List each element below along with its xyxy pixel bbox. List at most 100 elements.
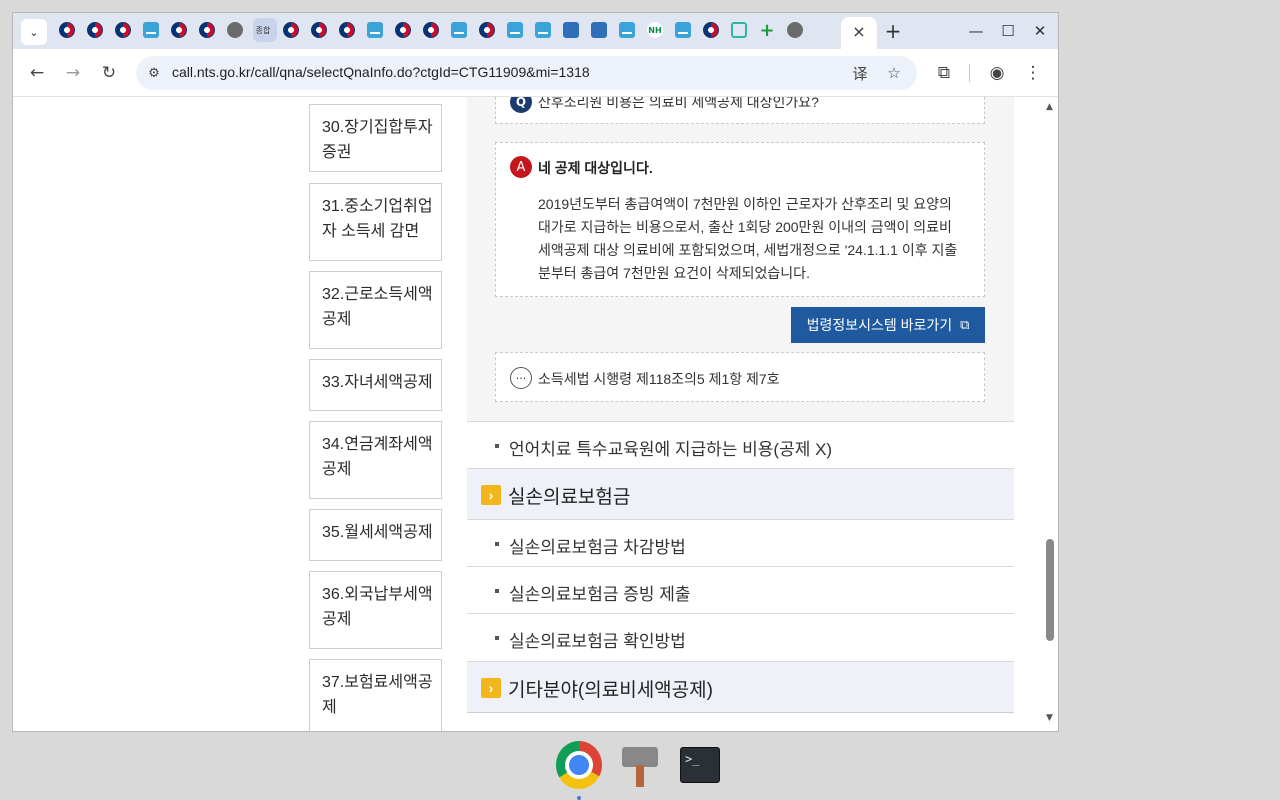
tab-favicon-hts-icon[interactable]: [675, 22, 691, 38]
running-indicator: [577, 796, 581, 800]
toolbar-divider: [969, 64, 970, 82]
maximize-icon[interactable]: ☐: [995, 19, 1021, 43]
page-viewport: 30.장기집합투자증권 31.중소기업취업자 소득세 감면 32.근로소득세액공…: [13, 97, 1058, 731]
window-close-icon[interactable]: ✕: [1027, 19, 1053, 43]
tab-favicon-kr-icon[interactable]: [703, 22, 719, 38]
tab-favicon-hts-icon[interactable]: [619, 22, 635, 38]
tab-favicon-home-icon[interactable]: [731, 22, 747, 38]
sidebar-item-31[interactable]: 31.중소기업취업자 소득세 감면: [309, 183, 442, 261]
tab-search-button[interactable]: ⌄: [21, 19, 47, 45]
tab-favicon-kr-icon[interactable]: [423, 22, 439, 38]
taskbar: >_: [0, 732, 1280, 800]
answer-title: 네 공제 대상입니다.: [538, 160, 653, 176]
question-text: 산후조리원 비용은 의료비 세액공제 대상인가요?: [538, 97, 819, 110]
back-icon[interactable]: ←: [24, 60, 50, 86]
chevron-right-icon: ›: [481, 678, 501, 698]
question-icon: Q: [510, 97, 532, 113]
list-item-label: 실손의료보험금 차감방법: [509, 538, 686, 557]
chrome-app-icon[interactable]: [556, 741, 602, 789]
law-info-system-button[interactable]: 법령정보시스템 바로가기 ⧉: [791, 307, 985, 343]
menu-icon[interactable]: ⋮: [1020, 60, 1046, 86]
tab-favicon-hts-icon[interactable]: [507, 22, 523, 38]
tab-favicon-kr-icon[interactable]: [59, 22, 75, 38]
answer-body: 2019년도부터 총급여액이 7천만원 이하인 근로자가 산후조리 및 요양의 …: [538, 196, 958, 281]
browser-toolbar: ← → ↻ ⚙ call.nts.go.kr/call/qna/selectQn…: [13, 49, 1058, 97]
scrollbar-thumb[interactable]: [1046, 539, 1054, 641]
list-item[interactable]: 실손의료보험금 증빙 제출: [467, 566, 1014, 613]
tab-favicon-kr-icon[interactable]: [311, 22, 327, 38]
list-item[interactable]: 실손의료보험금 차감방법: [467, 519, 1014, 566]
site-settings-icon[interactable]: ⚙: [144, 63, 164, 83]
bookmark-star-icon[interactable]: ☆: [883, 62, 905, 84]
terminal-icon: >_: [680, 747, 720, 783]
hammer-icon: [620, 745, 660, 787]
scroll-down-icon[interactable]: ▼: [1046, 713, 1053, 723]
tab-favicon-globe-icon[interactable]: [787, 22, 803, 38]
tool-app-icon[interactable]: [617, 742, 663, 788]
tab-favicon-kr-icon[interactable]: [339, 22, 355, 38]
tab-favicon-kr-icon[interactable]: [87, 22, 103, 38]
forward-icon[interactable]: →: [60, 60, 86, 86]
page-scrollbar[interactable]: ▲ ▼: [1042, 97, 1058, 731]
category-title: 실손의료보험금: [508, 487, 631, 508]
bullet-icon: [495, 542, 499, 546]
tab-favicon-hts-icon[interactable]: [143, 22, 159, 38]
reference-box: ··· 소득세법 시행령 제118조의5 제1항 제7호: [495, 352, 985, 402]
chevron-down-icon: ⌄: [29, 25, 39, 39]
list-item[interactable]: 실손의료보험금 확인방법: [467, 613, 1014, 660]
sidebar-item-33[interactable]: 33.자녀세액공제: [309, 359, 442, 411]
more-icon: ···: [510, 367, 532, 389]
reload-icon[interactable]: ↻: [96, 60, 122, 86]
list-item[interactable]: 언어치료 특수교육원에 지급하는 비용(공제 X): [467, 421, 1014, 468]
list-item-label: 실손의료보험금 확인방법: [509, 632, 686, 651]
tab-favicon-kr-icon[interactable]: [283, 22, 299, 38]
category-title: 기타분야(의료비세액공제): [508, 680, 713, 701]
terminal-app-icon[interactable]: >_: [677, 742, 723, 788]
tab-favicon-kr-icon[interactable]: [199, 22, 215, 38]
answer-icon: A: [510, 156, 532, 178]
new-tab-button[interactable]: +: [881, 19, 905, 43]
tab-favicon-blue2-icon[interactable]: [563, 22, 579, 38]
tab-favicon-selected-icon[interactable]: 종합: [255, 22, 271, 38]
sidebar-item-32[interactable]: 32.근로소득세액공제: [309, 271, 442, 349]
tab-favicon-plus-icon[interactable]: +: [759, 20, 775, 41]
answer-box: A 네 공제 대상입니다. 2019년도부터 총급여액이 7천만원 이하인 근로…: [495, 142, 985, 297]
category-header[interactable]: › 실손의료보험금: [467, 468, 1014, 520]
external-link-icon: ⧉: [960, 317, 970, 332]
extensions-icon[interactable]: ⧉: [931, 60, 957, 86]
address-bar[interactable]: ⚙ call.nts.go.kr/call/qna/selectQnaInfo.…: [136, 56, 917, 90]
reference-text: 소득세법 시행령 제118조의5 제1항 제7호: [538, 371, 780, 387]
tab-favicon-hts-icon[interactable]: [535, 22, 551, 38]
scroll-up-icon[interactable]: ▲: [1046, 102, 1053, 112]
list-item-label: 언어치료 특수교육원에 지급하는 비용(공제 X): [509, 440, 833, 459]
law-button-label: 법령정보시스템 바로가기: [806, 317, 953, 333]
tab-favicon-globe-icon[interactable]: [227, 22, 243, 38]
bullet-icon: [495, 444, 499, 448]
tab-favicon-blue2-icon[interactable]: [591, 22, 607, 38]
category-header[interactable]: › 기타분야(의료비세액공제): [467, 661, 1014, 713]
bullet-icon: [495, 636, 499, 640]
tab-favicon-kr-icon[interactable]: [395, 22, 411, 38]
tab-favicon-nh-icon[interactable]: NH: [647, 22, 663, 38]
bullet-icon: [495, 589, 499, 593]
translate-icon[interactable]: 译: [849, 62, 871, 84]
tab-favicon-kr-icon[interactable]: [479, 22, 495, 38]
close-tab-icon[interactable]: ×: [849, 21, 869, 41]
url-text[interactable]: call.nts.go.kr/call/qna/selectQnaInfo.do…: [172, 64, 590, 80]
tab-favicon-kr-icon[interactable]: [115, 22, 131, 38]
list-item-label: 실손의료보험금 증빙 제출: [509, 585, 691, 604]
tab-favicon-kr-icon[interactable]: [171, 22, 187, 38]
sidebar-item-35[interactable]: 35.월세세액공제: [309, 509, 442, 561]
sidebar-item-34[interactable]: 34.연금계좌세액공제: [309, 421, 442, 499]
chevron-right-icon: ›: [481, 485, 501, 505]
tab-favicon-hts-icon[interactable]: [451, 22, 467, 38]
sidebar-item-36[interactable]: 36.외국납부세액공제: [309, 571, 442, 649]
profile-icon[interactable]: ◉: [984, 60, 1010, 86]
question-box: Q 산후조리원 비용은 의료비 세액공제 대상인가요?: [495, 97, 985, 124]
sidebar-item-37[interactable]: 37.보험료세액공제: [309, 659, 442, 731]
minimize-icon[interactable]: —: [963, 19, 989, 43]
tab-strip: ⌄ 종합 NH + × + — ☐ ✕: [13, 13, 1058, 49]
tab-favicon-hts-icon[interactable]: [367, 22, 383, 38]
browser-window: ⌄ 종합 NH + × + — ☐ ✕ ← → ↻ ⚙ call.nts.go.kr…: [12, 12, 1059, 732]
sidebar-item-30[interactable]: 30.장기집합투자증권: [309, 104, 442, 172]
